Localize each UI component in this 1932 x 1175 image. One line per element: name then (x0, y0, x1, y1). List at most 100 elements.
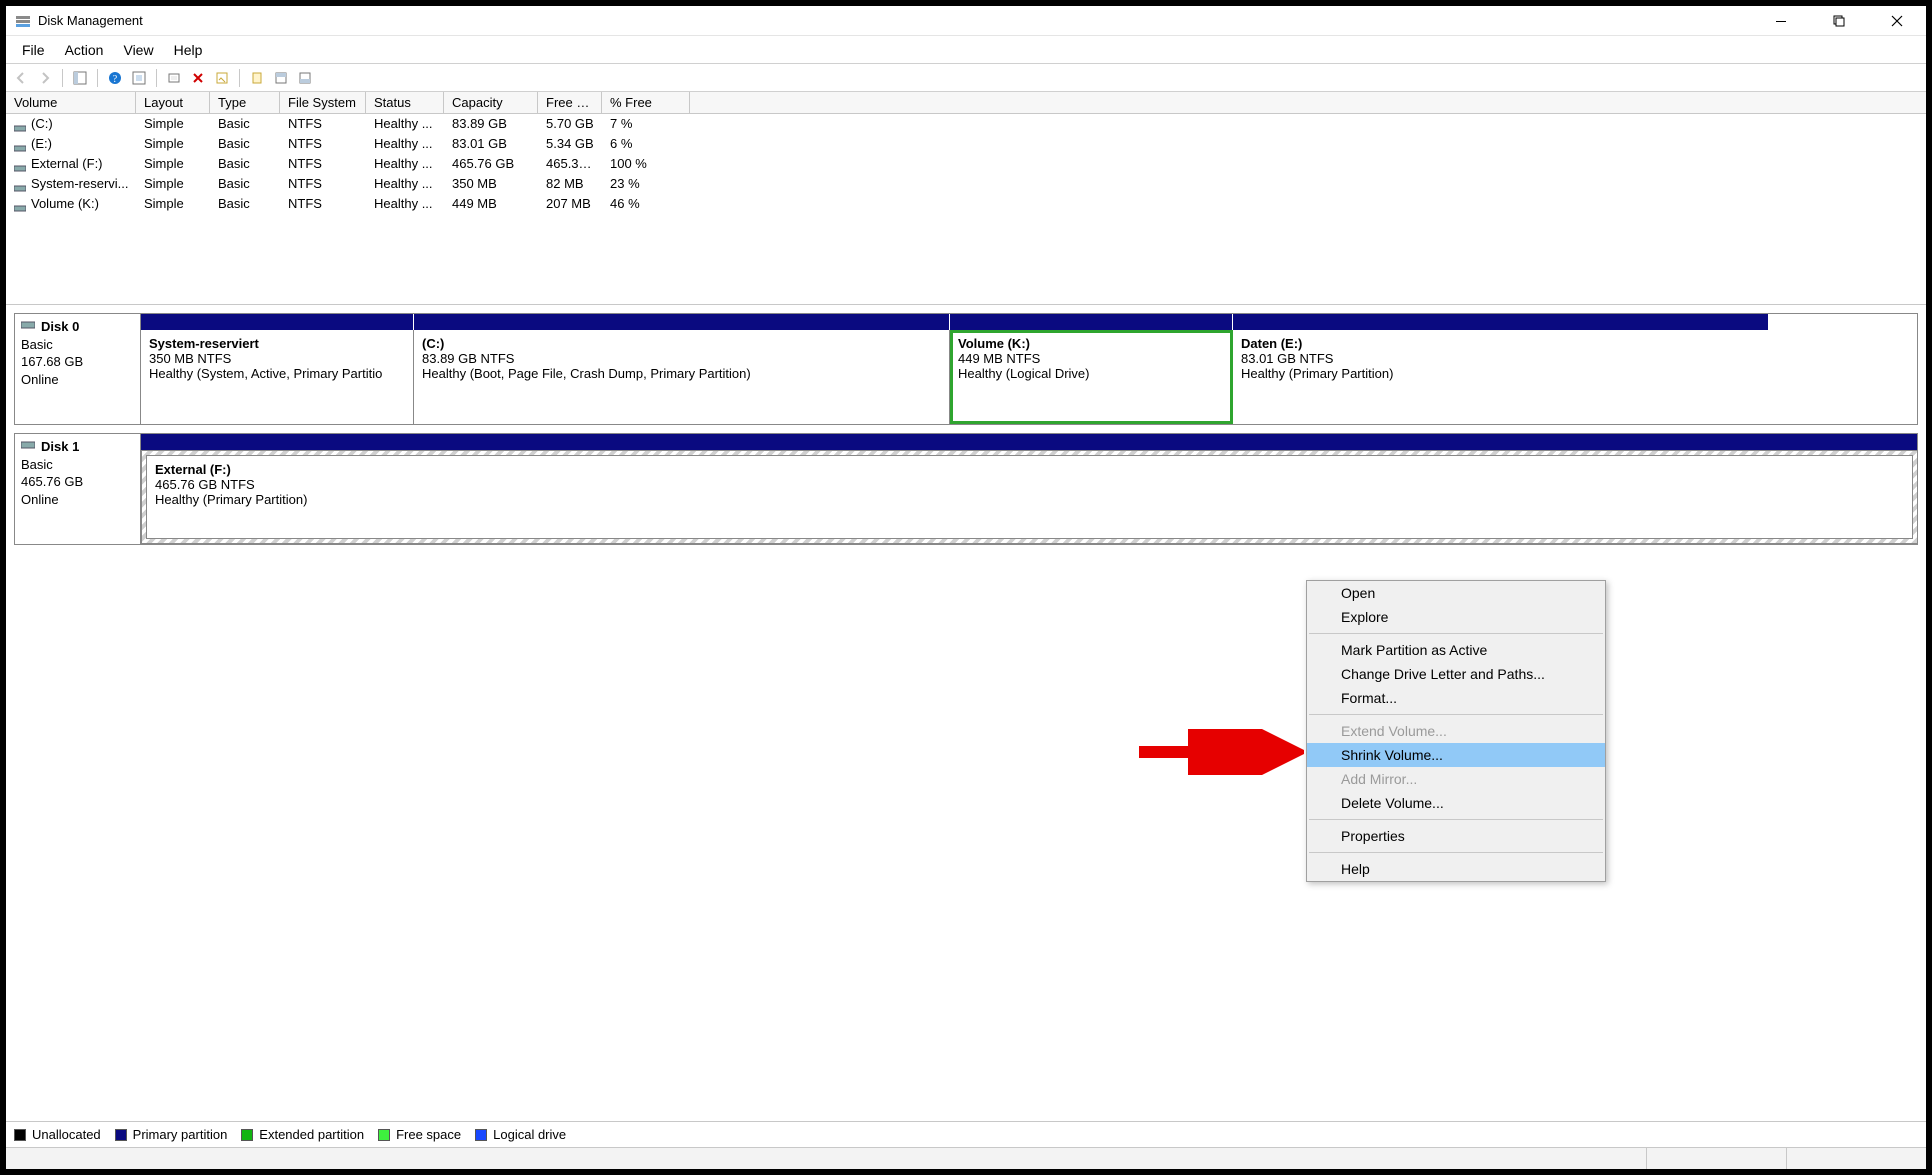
volume-type: Basic (210, 114, 280, 134)
list-bottom-button[interactable] (294, 67, 316, 89)
ctx-format[interactable]: Format... (1307, 686, 1605, 710)
disk-kind: Basic (21, 456, 134, 474)
legend-extended: Extended partition (241, 1127, 364, 1142)
volume-free: 5.34 GB (538, 134, 602, 154)
ctx-shrink[interactable]: Shrink Volume... (1307, 743, 1605, 767)
disk-icon (21, 318, 35, 336)
disk-label[interactable]: Disk 1Basic465.76 GBOnline (15, 434, 141, 544)
col-type[interactable]: Type (210, 92, 280, 113)
legend-free: Free space (378, 1127, 461, 1142)
volume-fs: NTFS (280, 134, 366, 154)
partition[interactable]: Volume (K:)449 MB NTFSHealthy (Logical D… (950, 330, 1233, 424)
volume-capacity: 83.01 GB (444, 134, 538, 154)
volume-status: Healthy ... (366, 174, 444, 194)
partition-size: 83.01 GB NTFS (1241, 351, 1761, 366)
show-hide-tree-button[interactable] (69, 67, 91, 89)
disk-state: Online (21, 491, 134, 509)
context-menu: Open Explore Mark Partition as Active Ch… (1306, 580, 1606, 882)
volume-layout: Simple (136, 194, 210, 214)
volume-name: (E:) (31, 134, 52, 154)
col-layout[interactable]: Layout (136, 92, 210, 113)
table-row[interactable]: External (F:)SimpleBasicNTFSHealthy ...4… (6, 154, 1926, 174)
table-row[interactable]: Volume (K:)SimpleBasicNTFSHealthy ...449… (6, 194, 1926, 214)
disk-partitions: External (F:)465.76 GB NTFSHealthy (Prim… (141, 434, 1917, 544)
table-row[interactable]: (E:)SimpleBasicNTFSHealthy ...83.01 GB5.… (6, 134, 1926, 154)
partition[interactable]: System-reserviert350 MB NTFSHealthy (Sys… (141, 330, 414, 424)
help-button[interactable]: ? (104, 67, 126, 89)
ctx-explore[interactable]: Explore (1307, 605, 1605, 629)
disk-size: 167.68 GB (21, 353, 134, 371)
app-icon (14, 12, 32, 30)
refresh-button[interactable] (128, 67, 150, 89)
volume-type: Basic (210, 154, 280, 174)
partition-status: Healthy (Primary Partition) (1241, 366, 1761, 381)
volume-fs: NTFS (280, 194, 366, 214)
minimize-button[interactable] (1752, 6, 1810, 35)
partition[interactable]: External (F:)465.76 GB NTFSHealthy (Prim… (146, 455, 1913, 539)
back-button[interactable] (10, 67, 32, 89)
table-row[interactable]: System-reservi...SimpleBasicNTFSHealthy … (6, 174, 1926, 194)
disk-size: 465.76 GB (21, 473, 134, 491)
disk-label[interactable]: Disk 0Basic167.68 GBOnline (15, 314, 141, 424)
col-filesystem[interactable]: File System (280, 92, 366, 113)
volume-layout: Simple (136, 174, 210, 194)
menu-view[interactable]: View (113, 36, 163, 63)
partition-name: Volume (K:) (958, 336, 1224, 351)
volume-capacity: 83.89 GB (444, 114, 538, 134)
drive-icon (14, 139, 26, 149)
volume-pct: 6 % (602, 134, 690, 154)
volume-capacity: 465.76 GB (444, 154, 538, 174)
forward-button[interactable] (34, 67, 56, 89)
col-pct[interactable]: % Free (602, 92, 690, 113)
maximize-button[interactable] (1810, 6, 1868, 35)
partition-name: External (F:) (155, 462, 1904, 477)
disk-name: Disk 1 (41, 438, 79, 456)
ctx-change-letter[interactable]: Change Drive Letter and Paths... (1307, 662, 1605, 686)
col-free[interactable]: Free S... (538, 92, 602, 113)
volume-layout: Simple (136, 114, 210, 134)
rescan-button[interactable] (163, 67, 185, 89)
new-button[interactable] (246, 67, 268, 89)
properties-icon[interactable] (211, 67, 233, 89)
col-status[interactable]: Status (366, 92, 444, 113)
close-button[interactable] (1868, 6, 1926, 35)
ctx-properties[interactable]: Properties (1307, 824, 1605, 848)
volume-free: 465.36... (538, 154, 602, 174)
table-row[interactable]: (C:)SimpleBasicNTFSHealthy ...83.89 GB5.… (6, 114, 1926, 134)
partition-name: (C:) (422, 336, 941, 351)
legend-primary: Primary partition (115, 1127, 228, 1142)
ctx-delete[interactable]: Delete Volume... (1307, 791, 1605, 815)
volume-type: Basic (210, 194, 280, 214)
status-bar (6, 1147, 1926, 1169)
toolbar: ? (6, 64, 1926, 92)
col-volume[interactable]: Volume (6, 92, 136, 113)
list-top-button[interactable] (270, 67, 292, 89)
titlebar: Disk Management (6, 6, 1926, 36)
volume-name: External (F:) (31, 154, 103, 174)
volume-type: Basic (210, 134, 280, 154)
partition-container: External (F:)465.76 GB NTFSHealthy (Prim… (141, 450, 1917, 544)
ctx-mark-active[interactable]: Mark Partition as Active (1307, 638, 1605, 662)
col-capacity[interactable]: Capacity (444, 92, 538, 113)
disk-kind: Basic (21, 336, 134, 354)
volume-status: Healthy ... (366, 154, 444, 174)
ctx-help[interactable]: Help (1307, 857, 1605, 881)
partition[interactable]: (C:)83.89 GB NTFSHealthy (Boot, Page Fil… (414, 330, 950, 424)
partition[interactable]: Daten (E:)83.01 GB NTFSHealthy (Primary … (1233, 330, 1769, 424)
volume-name: (C:) (31, 114, 53, 134)
disk-name: Disk 0 (41, 318, 79, 336)
menu-help[interactable]: Help (164, 36, 213, 63)
menu-action[interactable]: Action (55, 36, 114, 63)
disk-row: Disk 0Basic167.68 GBOnlineSystem-reservi… (14, 313, 1918, 425)
delete-icon[interactable] (187, 67, 209, 89)
legend-unallocated: Unallocated (14, 1127, 101, 1142)
legend: Unallocated Primary partition Extended p… (6, 1121, 1926, 1147)
ctx-open[interactable]: Open (1307, 581, 1605, 605)
volume-free: 82 MB (538, 174, 602, 194)
volume-free: 207 MB (538, 194, 602, 214)
menu-file[interactable]: File (12, 36, 55, 63)
volume-name: System-reservi... (31, 174, 129, 194)
partition-name: System-reserviert (149, 336, 405, 351)
volume-fs: NTFS (280, 174, 366, 194)
drive-icon (14, 199, 26, 209)
